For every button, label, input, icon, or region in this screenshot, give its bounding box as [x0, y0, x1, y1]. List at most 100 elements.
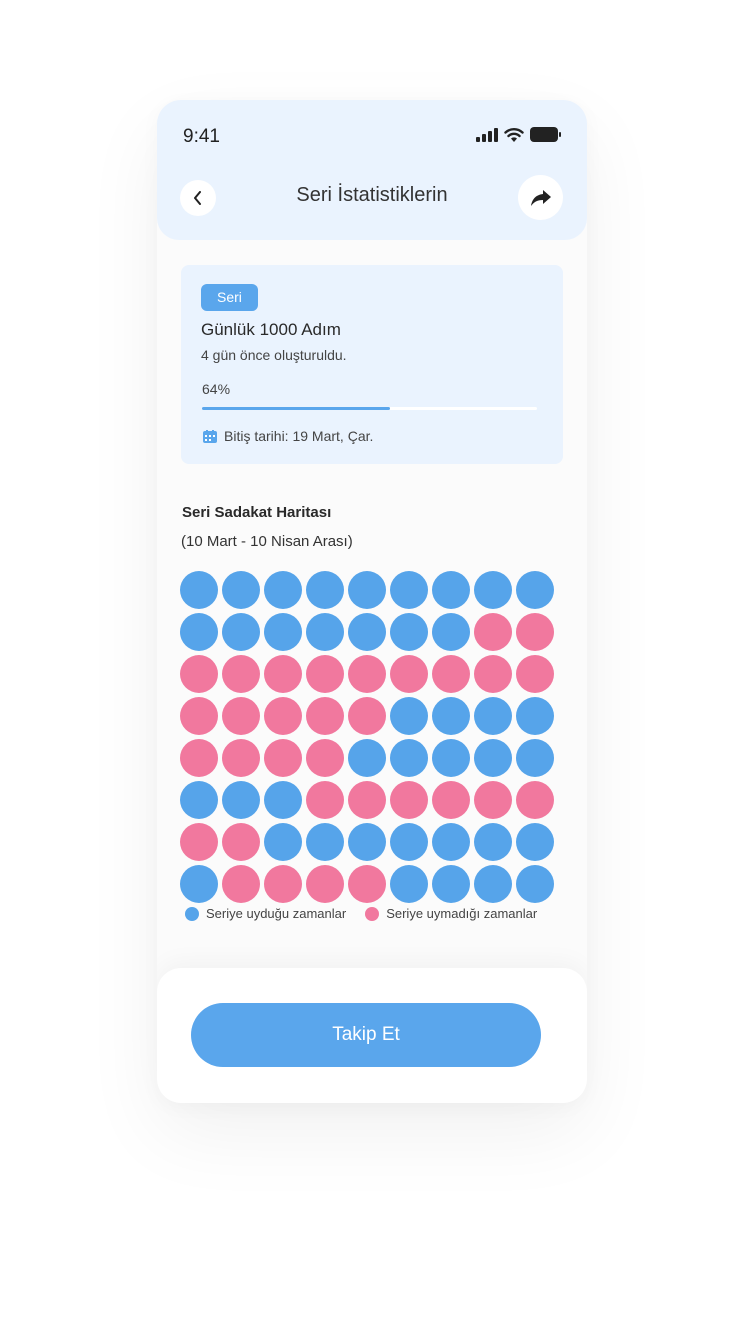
calendar-icon: [203, 429, 217, 443]
day-dot-followed: [474, 571, 512, 609]
day-dot-missed: [516, 613, 554, 651]
day-dot-missed: [264, 697, 302, 735]
day-dot-missed: [306, 865, 344, 903]
day-dot-followed: [264, 823, 302, 861]
day-dot-followed: [432, 697, 470, 735]
header: 9:41 Seri İstatistiklerin: [157, 100, 587, 240]
day-dot-missed: [474, 655, 512, 693]
end-date: Bitiş tarihi: 19 Mart, Çar.: [203, 428, 373, 444]
day-dot-missed: [306, 697, 344, 735]
follow-button[interactable]: Takip Et: [191, 1003, 541, 1067]
day-dot-missed: [348, 781, 386, 819]
day-dot-missed: [348, 655, 386, 693]
legend-followed-label: Seriye uyduğu zamanlar: [206, 906, 347, 921]
streak-badge: Seri: [201, 284, 258, 311]
day-dot-followed: [348, 823, 386, 861]
day-dot-followed: [222, 613, 260, 651]
day-dot-followed: [516, 823, 554, 861]
day-dot-followed: [390, 697, 428, 735]
share-icon: [530, 189, 551, 206]
day-dot-followed: [432, 823, 470, 861]
day-dot-followed: [474, 697, 512, 735]
day-dot-followed: [180, 865, 218, 903]
day-dot-missed: [348, 697, 386, 735]
day-dot-followed: [516, 865, 554, 903]
day-dot-missed: [222, 823, 260, 861]
day-dot-missed: [306, 739, 344, 777]
status-time: 9:41: [183, 126, 220, 147]
progress-percent: 64%: [202, 381, 231, 397]
day-dot-missed: [516, 655, 554, 693]
day-dot-followed: [306, 823, 344, 861]
legend-missed: Seriye uymadığı zamanlar: [365, 906, 537, 921]
day-dot-missed: [222, 697, 260, 735]
streak-card: Seri Günlük 1000 Adım 4 gün önce oluştur…: [181, 265, 563, 464]
day-dot-followed: [180, 613, 218, 651]
day-dot-missed: [390, 655, 428, 693]
legend-followed-dot: [185, 906, 199, 921]
end-date-text: Bitiş tarihi: 19 Mart, Çar.: [224, 428, 374, 444]
day-dot-followed: [390, 613, 428, 651]
day-dot-missed: [474, 781, 512, 819]
share-button[interactable]: [518, 175, 563, 220]
day-dot-missed: [264, 655, 302, 693]
day-dot-followed: [390, 571, 428, 609]
legend-missed-label: Seriye uymadığı zamanlar: [386, 906, 538, 921]
day-dot-followed: [432, 571, 470, 609]
signal-icon: [476, 127, 498, 142]
status-icons: [476, 127, 561, 142]
day-dot-missed: [222, 655, 260, 693]
day-dot-followed: [516, 697, 554, 735]
day-dot-missed: [348, 865, 386, 903]
day-dot-missed: [180, 655, 218, 693]
day-dot-missed: [222, 865, 260, 903]
progress-bar: [202, 407, 537, 410]
day-dot-followed: [474, 823, 512, 861]
legend-followed: Seriye uyduğu zamanlar: [185, 906, 346, 921]
day-dot-missed: [264, 865, 302, 903]
day-dot-missed: [264, 739, 302, 777]
day-dot-followed: [348, 739, 386, 777]
habit-name: Günlük 1000 Adım: [201, 320, 341, 339]
day-dot-followed: [306, 571, 344, 609]
day-dot-missed: [180, 739, 218, 777]
day-dot-followed: [432, 613, 470, 651]
day-dot-missed: [474, 613, 512, 651]
created-text: 4 gün önce oluşturuldu.: [201, 347, 347, 363]
day-dot-missed: [306, 781, 344, 819]
battery-icon: [530, 127, 561, 142]
day-dot-followed: [348, 571, 386, 609]
day-dot-followed: [516, 739, 554, 777]
day-dot-followed: [516, 571, 554, 609]
day-dot-missed: [222, 739, 260, 777]
wifi-icon: [504, 128, 524, 142]
day-dot-followed: [390, 823, 428, 861]
day-dot-followed: [264, 781, 302, 819]
legend-missed-dot: [365, 906, 380, 921]
day-dot-followed: [222, 571, 260, 609]
map-legend: Seriye uyduğu zamanlar Seriye uymadığı z…: [185, 906, 556, 921]
day-dot-missed: [432, 655, 470, 693]
day-dot-followed: [390, 739, 428, 777]
map-range: (10 Mart - 10 Nisan Arası): [181, 533, 353, 550]
day-dot-missed: [516, 781, 554, 819]
map-title: Seri Sadakat Haritası: [182, 504, 332, 521]
day-dot-followed: [306, 613, 344, 651]
day-dot-missed: [432, 781, 470, 819]
day-dot-missed: [390, 781, 428, 819]
streak-map-grid: [180, 571, 560, 911]
phone-screen: 9:41 Seri İstatistiklerin Seri Günlük 10…: [157, 100, 587, 1103]
day-dot-followed: [432, 739, 470, 777]
day-dot-followed: [264, 613, 302, 651]
day-dot-followed: [432, 865, 470, 903]
day-dot-followed: [474, 739, 512, 777]
day-dot-followed: [222, 781, 260, 819]
day-dot-followed: [390, 865, 428, 903]
day-dot-missed: [306, 655, 344, 693]
day-dot-followed: [264, 571, 302, 609]
day-dot-missed: [180, 823, 218, 861]
progress-fill: [202, 407, 390, 410]
day-dot-followed: [180, 781, 218, 819]
day-dot-followed: [474, 865, 512, 903]
day-dot-followed: [180, 571, 218, 609]
